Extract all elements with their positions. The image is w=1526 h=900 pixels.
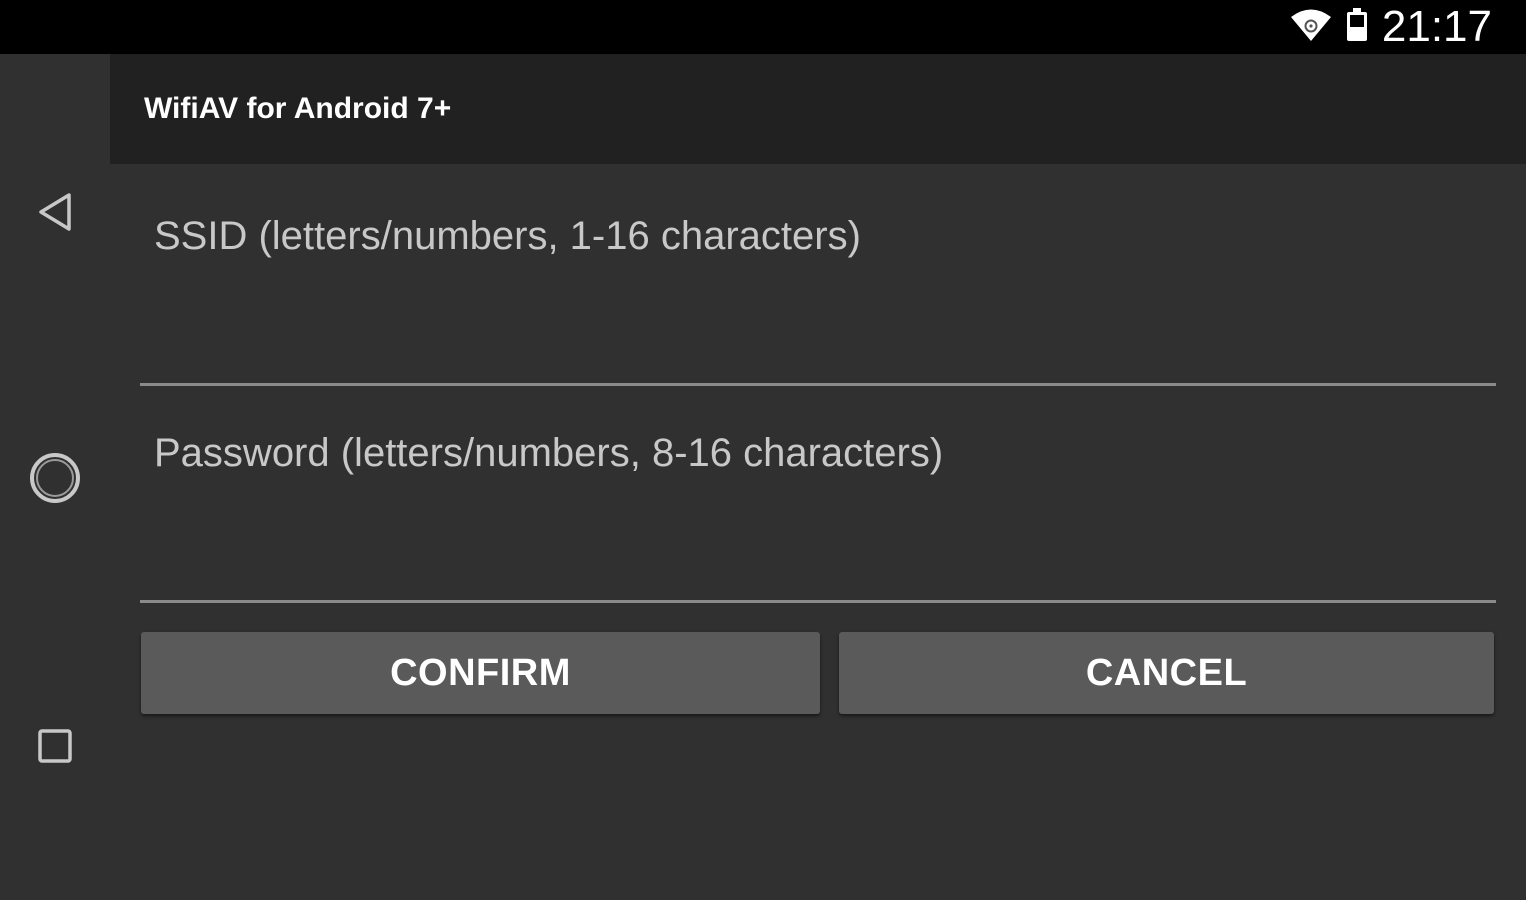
page-title: WifiAV for Android 7+ [144, 92, 452, 125]
status-time: 21:17 [1381, 2, 1492, 51]
navigation-bar [0, 54, 110, 900]
ssid-input[interactable] [140, 186, 1496, 286]
app-screen: 21:17 WifiAV for Android 7+ SSID (letter… [0, 0, 1526, 900]
home-button[interactable] [0, 450, 110, 510]
status-bar: 21:17 [0, 0, 1526, 54]
title-bar: WifiAV for Android 7+ [110, 54, 1526, 164]
back-button[interactable] [0, 184, 110, 244]
recents-icon [37, 728, 73, 769]
ssid-field[interactable] [140, 186, 1496, 386]
password-field[interactable] [140, 403, 1496, 603]
password-input[interactable] [140, 403, 1496, 503]
back-icon [37, 192, 73, 237]
recents-button[interactable] [0, 718, 110, 778]
password-underline [140, 600, 1496, 603]
home-icon [27, 450, 83, 511]
wifi-icon [1290, 8, 1332, 47]
battery-icon [1346, 7, 1368, 47]
ssid-underline [140, 383, 1496, 386]
status-icons: 21:17 [1290, 0, 1492, 54]
cancel-button[interactable]: CANCEL [839, 632, 1494, 714]
confirm-button[interactable]: CONFIRM [141, 632, 820, 714]
